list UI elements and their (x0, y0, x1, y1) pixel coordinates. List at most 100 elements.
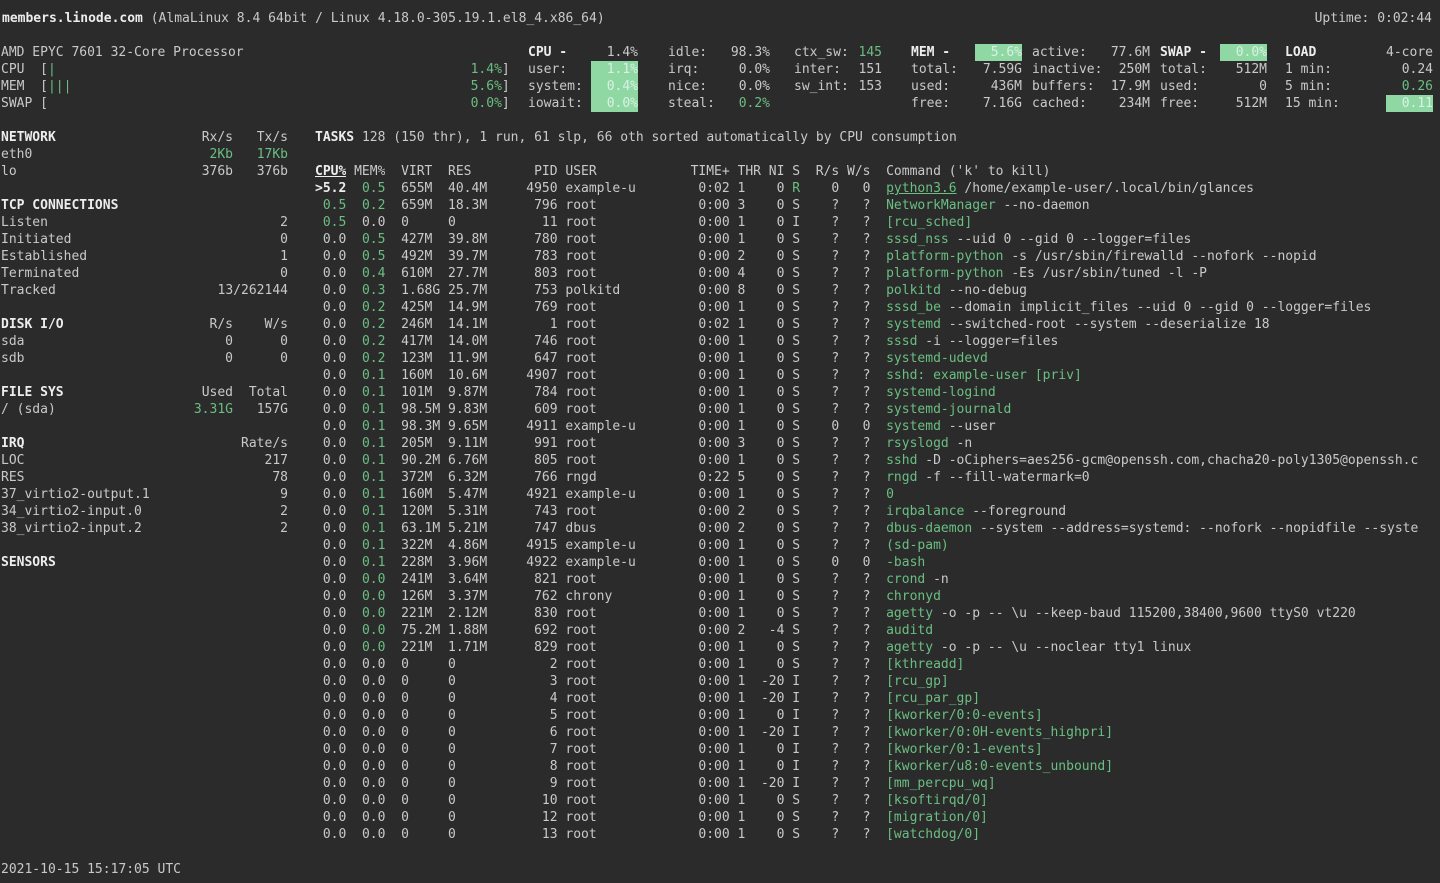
stat-row: used:436M (911, 78, 1022, 95)
column-header-ws[interactable]: W/s (847, 163, 870, 180)
process-time: 0:00 (659, 299, 729, 316)
process-row[interactable]: 0.00.0221M2.12M830root0:0010S??agetty -o… (315, 605, 1440, 622)
process-mem: 0.2 (346, 333, 385, 350)
process-mem: 0.0 (346, 724, 385, 741)
process-row[interactable]: 0.00.1228M3.96M4922example-u0:0010S00-ba… (315, 554, 1440, 571)
process-thr: 2 (738, 520, 761, 537)
process-row[interactable]: 0.00.0221M1.71M829root0:0010S??agetty -o… (315, 639, 1440, 656)
column-header-res[interactable]: RES (448, 163, 495, 180)
column-header-pid[interactable]: PID (503, 163, 558, 180)
column-header-cpu[interactable]: CPU% (315, 163, 346, 180)
process-s: R (792, 180, 800, 197)
process-virt: 246M (401, 316, 448, 333)
tasks-summary-title: TASKS (315, 130, 354, 145)
process-thr: 1 (738, 690, 761, 707)
process-row[interactable]: 0.00.0005root0:0010I??[kworker/0:0-event… (315, 707, 1440, 724)
process-row[interactable]: 0.00.5427M39.8M780root0:0010S??sssd_nss … (315, 231, 1440, 248)
process-pid: 13 (503, 826, 558, 843)
process-ni: 0 (761, 707, 784, 724)
process-res: 39.8M (448, 231, 495, 248)
section-row-value2: 217 (233, 452, 288, 469)
stat-value: 0.0% (591, 95, 638, 112)
process-user: polkitd (565, 282, 651, 299)
process-row[interactable]: 0.00.0002root0:0010S??[kthreadd] (315, 656, 1440, 673)
section-row-label: 37_virtio2-output.1 (1, 486, 178, 503)
process-row[interactable]: 0.00.1160M5.47M4921example-u0:0010S??0 (315, 486, 1440, 503)
process-user: root (565, 197, 651, 214)
process-ws: ? (847, 469, 870, 486)
process-row[interactable]: 0.00.00013root0:0010S??[watchdog/0] (315, 826, 1440, 843)
process-s: S (792, 452, 800, 469)
process-row[interactable]: 0.00.190.2M6.76M805root0:0010S??sshd -D … (315, 452, 1440, 469)
process-user: root (565, 775, 651, 792)
process-row[interactable]: 0.00.0009root0:001-20I??[mm_percpu_wq] (315, 775, 1440, 792)
column-header-mem[interactable]: MEM% (346, 163, 385, 180)
column-header-ni[interactable]: NI (761, 163, 784, 180)
process-row[interactable]: 0.00.00012root0:0010S??[migration/0] (315, 809, 1440, 826)
process-cpu: 0.5 (315, 197, 346, 214)
column-header-rs[interactable]: R/s (808, 163, 839, 180)
column-header-s[interactable]: S (792, 163, 800, 180)
process-row[interactable]: 0.00.0126M3.37M762chrony0:0010S??chronyd (315, 588, 1440, 605)
process-row[interactable]: 0.00.163.1M5.21M747dbus0:0020S??dbus-dae… (315, 520, 1440, 537)
stat-value: 0 (1259, 78, 1267, 95)
process-ni: 0 (761, 350, 784, 367)
process-row[interactable]: >5.20.5655M40.4M4950example-u0:0210R00py… (315, 180, 1440, 197)
process-row[interactable]: 0.00.2417M14.0M746root0:0010S??sssd -i -… (315, 333, 1440, 350)
section-col2-header: Rate/s (233, 435, 288, 452)
process-row[interactable]: 0.00.1101M9.87M784root0:0010S??systemd-l… (315, 384, 1440, 401)
process-row[interactable]: 0.00.0004root0:001-20I??[rcu_par_gp] (315, 690, 1440, 707)
stat-label: total: (1160, 61, 1207, 78)
process-row[interactable]: 0.00.31.68G25.7M753polkitd0:0080S??polki… (315, 282, 1440, 299)
process-row[interactable]: 0.50.00011root0:0010I??[rcu_sched] (315, 214, 1440, 231)
process-cpu: 0.0 (315, 809, 346, 826)
process-row[interactable]: 0.50.2659M18.3M796root0:0030S??NetworkMa… (315, 197, 1440, 214)
section-row-value2: 2 (233, 520, 288, 537)
process-pid: 829 (503, 639, 558, 656)
process-row[interactable]: 0.00.4610M27.7M803root0:0040S??platform-… (315, 265, 1440, 282)
process-cpu: 0.0 (315, 503, 346, 520)
process-row[interactable]: 0.00.5492M39.7M783root0:0020S??platform-… (315, 248, 1440, 265)
process-virt: 0 (401, 724, 448, 741)
process-row[interactable]: 0.00.075.2M1.88M692root0:002-4S??auditd (315, 622, 1440, 639)
column-header-thr[interactable]: THR (738, 163, 761, 180)
process-rs: 0 (808, 180, 839, 197)
process-ws: ? (847, 775, 870, 792)
process-row[interactable]: 0.00.00010root0:0010S??[ksoftirqd/0] (315, 792, 1440, 809)
process-ws: ? (847, 350, 870, 367)
process-mem: 0.2 (346, 197, 385, 214)
stat-value: 7.16G (983, 95, 1022, 112)
process-s: I (792, 707, 800, 724)
process-virt: 0 (401, 707, 448, 724)
process-row[interactable]: 0.00.0007root0:0010I??[kworker/0:1-event… (315, 741, 1440, 758)
process-row[interactable]: 0.00.0241M3.64M821root0:0010S??crond -n (315, 571, 1440, 588)
process-row[interactable]: 0.00.1120M5.31M743root0:0020S??irqbalanc… (315, 503, 1440, 520)
process-command-name: [migration/0] (886, 810, 988, 825)
process-command: (sd-pam) (886, 537, 1440, 554)
process-row[interactable]: 0.00.1205M9.11M991root0:0030S??rsyslogd … (315, 435, 1440, 452)
column-header-user[interactable]: USER (565, 163, 651, 180)
column-header-virt[interactable]: VIRT (401, 163, 448, 180)
process-row[interactable]: 0.00.1160M10.6M4907root0:0010S??sshd: ex… (315, 367, 1440, 384)
process-row[interactable]: 0.00.198.3M9.65M4911example-u0:0010S00sy… (315, 418, 1440, 435)
process-row[interactable]: 0.00.1372M6.32M766rngd0:2250S??rngd -f -… (315, 469, 1440, 486)
process-row[interactable]: 0.00.2425M14.9M769root0:0010S??sssd_be -… (315, 299, 1440, 316)
process-row[interactable]: 0.00.1322M4.86M4915example-u0:0010S??(sd… (315, 537, 1440, 554)
process-res: 5.47M (448, 486, 495, 503)
process-row[interactable]: 0.00.2123M11.9M647root0:0010S??systemd-u… (315, 350, 1440, 367)
process-user: root (565, 758, 651, 775)
process-row[interactable]: 0.00.0003root0:001-20I??[rcu_gp] (315, 673, 1440, 690)
process-row[interactable]: 0.00.0006root0:001-20I??[kworker/0:0H-ev… (315, 724, 1440, 741)
process-ni: -20 (761, 724, 784, 741)
process-rs: ? (808, 537, 839, 554)
column-header-time[interactable]: TIME+ (659, 163, 729, 180)
process-row[interactable]: 0.00.2246M14.1M1root0:0210S??systemd --s… (315, 316, 1440, 333)
process-row[interactable]: 0.00.198.5M9.83M609root0:0010S??systemd-… (315, 401, 1440, 418)
process-s: S (792, 248, 800, 265)
process-user: root (565, 690, 651, 707)
column-header-cmd[interactable]: Command ('k' to kill) (886, 163, 1440, 180)
process-command-name: sshd: example-user [priv] (886, 368, 1082, 383)
process-res: 39.7M (448, 248, 495, 265)
process-row[interactable]: 0.00.0008root0:0010I??[kworker/u8:0-even… (315, 758, 1440, 775)
process-ws: ? (847, 231, 870, 248)
